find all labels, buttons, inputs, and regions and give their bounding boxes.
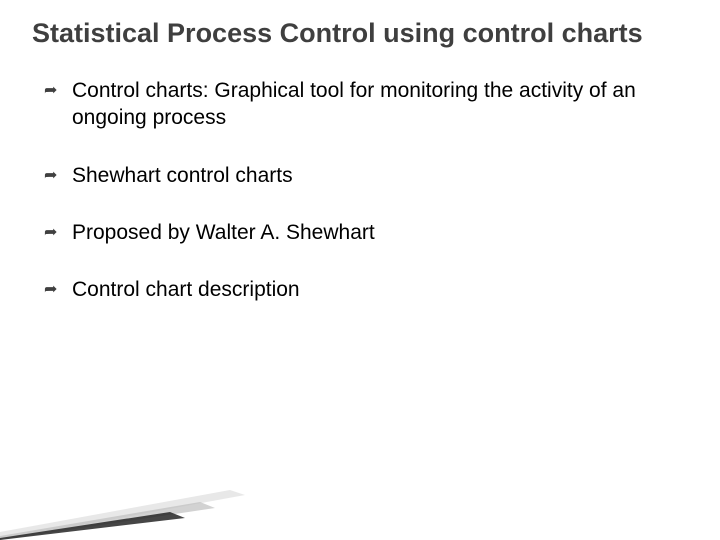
list-item: ➦ Control chart description	[44, 276, 688, 303]
bullet-icon: ➦	[44, 162, 72, 187]
bullet-text: Shewhart control charts	[72, 162, 293, 189]
bullet-text: Control charts: Graphical tool for monit…	[72, 77, 688, 132]
list-item: ➦ Shewhart control charts	[44, 162, 688, 189]
bullet-icon: ➦	[44, 219, 72, 244]
bullet-icon: ➦	[44, 77, 72, 102]
slide-content: ➦ Control charts: Graphical tool for mon…	[32, 77, 688, 303]
list-item: ➦ Control charts: Graphical tool for mon…	[44, 77, 688, 132]
slide: Statistical Process Control using contro…	[0, 0, 720, 540]
slide-title: Statistical Process Control using contro…	[32, 18, 688, 49]
slide-decoration-icon	[0, 460, 260, 540]
bullet-text: Control chart description	[72, 276, 300, 303]
bullet-text: Proposed by Walter A. Shewhart	[72, 219, 375, 246]
bullet-icon: ➦	[44, 276, 72, 301]
list-item: ➦ Proposed by Walter A. Shewhart	[44, 219, 688, 246]
